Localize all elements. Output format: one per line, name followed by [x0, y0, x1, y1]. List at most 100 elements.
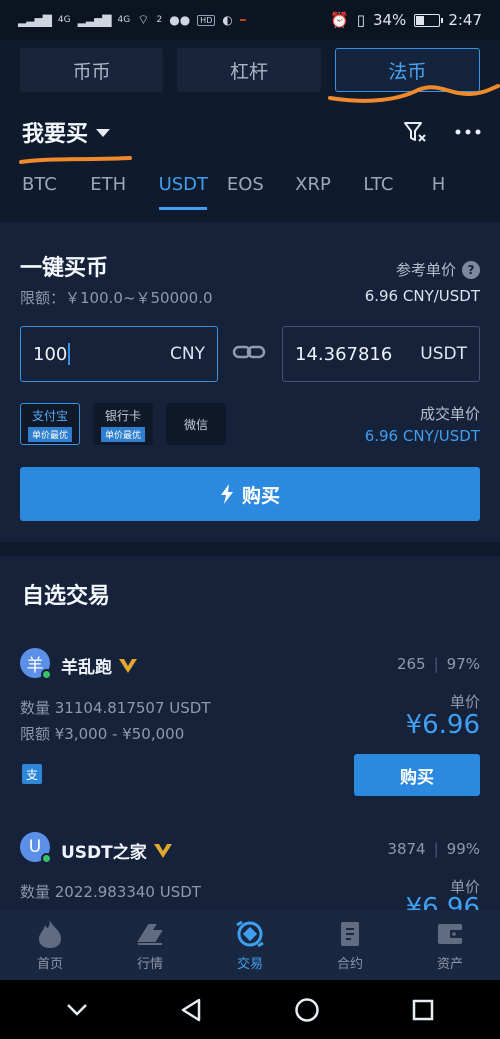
- wifi-icon: ⌔: [137, 13, 150, 28]
- coin-tab-ht[interactable]: H: [432, 160, 500, 210]
- quick-buy-title: 一键买币: [20, 256, 109, 281]
- quantity-unit: USDT: [420, 344, 467, 364]
- signal-icon-2: ▂▃▅▇: [77, 13, 112, 27]
- filter-icon[interactable]: [402, 119, 428, 145]
- buy-sell-selector[interactable]: 我要买: [22, 116, 111, 148]
- merchant-completion-rate: 97%: [446, 655, 480, 673]
- unit-price-value: ¥6.96: [405, 710, 480, 740]
- coin-tab-ltc[interactable]: LTC: [363, 160, 431, 210]
- coin-tab-xrp[interactable]: XRP: [295, 160, 363, 210]
- payment-alipay[interactable]: 支付宝 单价最优: [20, 403, 80, 445]
- status-left: ▂▃▅▇ 4G ▂▃▅▇ 4G ⌔ 2 ●● HD ◐: [18, 12, 246, 28]
- clock: 2:47: [448, 11, 482, 29]
- amount-input[interactable]: 100 CNY: [20, 326, 218, 382]
- news-icon: [239, 19, 246, 21]
- signal-label-1: 4G: [57, 15, 71, 25]
- tab-spot[interactable]: 币币: [20, 48, 164, 92]
- payment-bank-label: 银行卡: [104, 408, 141, 423]
- status-bar: ▂▃▅▇ 4G ▂▃▅▇ 4G ⌔ 2 ●● HD ◐ ⏰ ▯ 34% 2:47: [0, 0, 500, 40]
- merchant-name-text-2: USDT之家: [61, 843, 147, 863]
- reference-price-value: 6.96 CNY/USDT: [364, 287, 480, 305]
- merchant-orders: 265: [396, 655, 426, 673]
- merchant-buy-button[interactable]: 购买: [354, 754, 480, 796]
- lightning-icon: [220, 484, 233, 504]
- vibrate-icon: ▯: [356, 11, 365, 29]
- alipay-icon: 支: [22, 764, 42, 784]
- merchant-name[interactable]: 羊乱跑: [61, 653, 138, 678]
- quantity-value: 14.367816: [295, 343, 393, 365]
- reference-price-label: 参考单价 ?: [396, 259, 480, 280]
- hd-icon: HD: [197, 14, 216, 26]
- signal-label-2: 4G: [117, 15, 131, 25]
- chevron-down-icon: [96, 129, 111, 137]
- merchant-orders-2: 3874: [387, 840, 426, 858]
- payment-bank-card[interactable]: 银行卡 单价最优: [93, 403, 153, 445]
- nav-market[interactable]: 行情: [100, 910, 200, 980]
- payment-wechat[interactable]: 微信: [166, 403, 226, 445]
- buy-button-label: 购买: [241, 484, 280, 507]
- nav-contract-label: 合约: [336, 956, 363, 972]
- payment-alipay-label: 支付宝: [31, 408, 68, 423]
- nav-assets-label: 资产: [436, 956, 463, 972]
- market-icon: [137, 923, 163, 945]
- battery-icon: [414, 13, 444, 27]
- nav-trade-label: 交易: [236, 956, 263, 972]
- deal-price-label: 成交单价: [419, 405, 480, 423]
- unit-price-label: 单价: [449, 693, 480, 711]
- coin-tab-usdt[interactable]: USDT: [158, 160, 227, 210]
- coin-tab-btc[interactable]: BTC: [22, 160, 90, 210]
- merchant-completion-rate-2: 99%: [446, 840, 480, 858]
- nav-assets[interactable]: 资产: [400, 910, 500, 980]
- online-status-dot: [41, 669, 52, 680]
- nav-home[interactable]: 首页: [0, 910, 100, 980]
- page-title: 我要买: [22, 122, 89, 147]
- header-actions: [402, 119, 482, 145]
- nav-trade[interactable]: 交易: [200, 910, 300, 980]
- home-icon[interactable]: [294, 997, 320, 1023]
- stats-divider-2: |: [433, 840, 439, 858]
- flame-icon: [39, 919, 61, 948]
- merchant-quantity: 数量 31104.817507 USDT: [20, 699, 211, 717]
- verified-v-icon-2: [153, 843, 172, 858]
- merchant-name-2[interactable]: USDT之家: [61, 838, 173, 863]
- verified-v-icon: [119, 658, 137, 673]
- tab-margin[interactable]: 杠杆: [177, 48, 321, 92]
- notification-count: 2: [156, 15, 163, 25]
- help-icon[interactable]: ?: [462, 260, 480, 279]
- status-right: ⏰ ▯ 34% 2:47: [330, 11, 482, 29]
- nav-home-label: 首页: [36, 956, 63, 972]
- avatar[interactable]: 羊: [20, 648, 52, 680]
- wechat-icon: ●●: [169, 13, 191, 27]
- nav-market-label: 行情: [136, 956, 163, 972]
- amount-unit: CNY: [170, 344, 205, 364]
- avatar-letter-2: U: [28, 837, 42, 857]
- quantity-input[interactable]: 14.367816 USDT: [282, 326, 480, 382]
- online-status-dot-2: [41, 853, 52, 864]
- wallet-icon: [438, 923, 462, 944]
- contract-icon: [341, 921, 359, 946]
- alarm-icon: ⏰: [330, 11, 349, 29]
- recents-icon[interactable]: [412, 999, 434, 1021]
- coin-tab-eos[interactable]: EOS: [227, 160, 295, 210]
- buy-button[interactable]: 购买: [20, 467, 480, 521]
- bottom-nav: 首页 行情 交易 合约 资产: [0, 910, 500, 980]
- battery-fill: [416, 15, 425, 25]
- coin-tab-eth[interactable]: ETH: [90, 160, 158, 210]
- chevron-down-icon[interactable]: [66, 1003, 88, 1017]
- merchant-buy-label: 购买: [400, 767, 434, 788]
- more-icon[interactable]: [454, 128, 482, 136]
- link-icon: [232, 345, 266, 359]
- avatar-2[interactable]: U: [20, 832, 52, 864]
- merchant-name-text: 羊乱跑: [61, 658, 112, 678]
- deal-price-value: 6.96 CNY/USDT: [364, 427, 480, 445]
- back-icon[interactable]: [180, 998, 202, 1022]
- nav-contract[interactable]: 合约: [300, 910, 400, 980]
- merchant-stats-2: 3874 | 99%: [387, 840, 480, 858]
- reference-price-text: 参考单价: [395, 261, 456, 279]
- merchant-quantity-2: 数量 2022.983340 USDT: [20, 883, 201, 901]
- favorites-title: 自选交易: [22, 584, 111, 609]
- app-icon: ◐: [222, 13, 233, 27]
- stats-divider: |: [433, 655, 439, 673]
- amount-value: 100: [33, 343, 68, 365]
- quick-buy-limit: 限额：￥100.0~￥50000.0: [20, 289, 213, 307]
